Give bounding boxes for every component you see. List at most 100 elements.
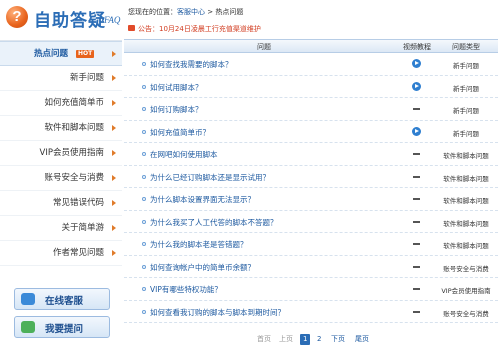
bullet-icon — [142, 62, 146, 66]
sidebar-item-label: 热点问题 — [34, 49, 69, 59]
table-row[interactable]: 如何试用脚本？ 新手问题 — [124, 76, 498, 98]
speaker-icon — [128, 25, 135, 31]
question-bubble-icon — [21, 321, 35, 333]
sidebar-item-about[interactable]: 关于简单游 — [0, 216, 122, 241]
question-link[interactable]: 为什么我买了人工代答的脚本不答题？ — [150, 217, 278, 228]
side-buttons: 在线客服 我要提问 — [14, 288, 110, 344]
notice-text[interactable]: 公告：10月24日凌晨工行充值渠道维护 — [138, 24, 261, 34]
sidebar-item-label: VIP会员使用指南 — [39, 148, 104, 158]
question-type: 软件和脚本问题 — [443, 197, 489, 205]
table-row[interactable]: 为什么我的脚本老是答错题？ 软件和脚本问题 — [124, 233, 498, 256]
no-video-dash-icon — [413, 198, 420, 200]
no-video-dash-icon — [413, 310, 420, 313]
bullet-icon — [142, 152, 146, 156]
pagination: 首页 上页 1 2 下页 尾页 — [124, 334, 498, 346]
sidebar-item-label: 关于简单游 — [61, 223, 104, 233]
header-type: 问题类型 — [452, 43, 480, 51]
sidebar-item-software[interactable]: 软件和脚本问题 — [0, 116, 122, 141]
sidebar-item-recharge[interactable]: 如何充值简单币 — [0, 91, 122, 116]
question-type: 账号安全与消费 — [443, 264, 489, 273]
question-link[interactable]: 如何查找我需要的脚本？ — [150, 59, 233, 70]
breadcrumb-separator: > — [205, 8, 216, 16]
question-type: 新手问题 — [453, 129, 479, 138]
table-row[interactable]: 如何充值简单币？ 新手问题 — [124, 121, 498, 143]
sidebar-item-vip[interactable]: VIP会员使用指南 — [0, 141, 122, 166]
bullet-icon — [142, 219, 146, 224]
header-video: 视频教程 — [403, 43, 431, 51]
arrow-right-icon — [112, 125, 116, 131]
table-row[interactable]: 为什么脚本设置界面无法显示？ 软件和脚本问题 — [124, 188, 498, 211]
arrow-right-icon — [112, 51, 116, 57]
bullet-icon — [142, 174, 146, 179]
sidebar-nav: 热点问题 HOT 新手问题 如何充值简单币 软件和脚本问题 VIP会员使用指南 … — [0, 40, 122, 266]
next-page-link[interactable]: 下页 — [328, 334, 348, 345]
sidebar-item-label: 账号安全与消费 — [44, 173, 104, 183]
table-row[interactable]: 如何查找我需要的脚本？ 新手问题 — [124, 53, 498, 76]
page-1-link[interactable]: 1 — [300, 334, 311, 345]
bullet-icon — [142, 129, 146, 134]
arrow-right-icon — [112, 75, 116, 81]
sidebar: ? 自助答疑 FAQ 热点问题 HOT 新手问题 如何充值简单币 软件和脚本问题… — [0, 0, 122, 348]
table-row[interactable]: 为什么我买了人工代答的脚本不答题？ 软件和脚本问题 — [124, 211, 498, 233]
question-link[interactable]: 如何试用脚本？ — [150, 82, 203, 93]
page-2-link[interactable]: 2 — [314, 334, 324, 345]
play-video-icon[interactable] — [412, 59, 421, 68]
brand-logo[interactable]: ? 自助答疑 FAQ — [6, 4, 120, 34]
arrow-right-icon — [112, 100, 116, 106]
question-link[interactable]: 为什么已经订购脚本还是显示试用？ — [150, 172, 270, 183]
sidebar-item-label: 新手问题 — [69, 73, 104, 83]
sidebar-item-newbie[interactable]: 新手问题 — [0, 66, 122, 91]
question-link[interactable]: 为什么我的脚本老是答错题？ — [150, 239, 248, 250]
first-page-link[interactable]: 首页 — [254, 334, 274, 345]
question-link[interactable]: 如何查询帐户中的简单币余额？ — [150, 262, 255, 273]
sidebar-item-author[interactable]: 作者常见问题 — [0, 241, 122, 266]
bullet-icon — [142, 287, 146, 291]
table-row[interactable]: 如何订购脚本？ 新手问题 — [124, 98, 498, 121]
question-type: VIP会员使用指南 — [441, 287, 491, 295]
question-link[interactable]: 如何充值简单币？ — [150, 127, 210, 138]
sidebar-item-errors[interactable]: 常见错误代码 — [0, 191, 122, 216]
table-header: 问题 视频教程 问题类型 — [124, 40, 498, 53]
table-row[interactable]: 如何查看我订购的脚本与脚本到期时间？ 账号安全与消费 — [124, 301, 498, 323]
sidebar-item-label: 作者常见问题 — [52, 248, 104, 258]
no-video-dash-icon — [413, 175, 420, 178]
prev-page-link[interactable]: 上页 — [276, 334, 296, 345]
brand-title: 自助答疑 — [34, 11, 106, 30]
question-link[interactable]: 如何订购脚本？ — [150, 104, 203, 115]
table-row[interactable]: VIP有哪些特权功能？ VIP会员使用指南 — [124, 278, 498, 301]
table-body: 如何查找我需要的脚本？ 新手问题 如何试用脚本？ 新手问题 如何订购脚本？ 新手问题 如何充… — [124, 53, 498, 323]
table-row[interactable]: 在网吧如何使用脚本 软件和脚本问题 — [124, 143, 498, 166]
question-link[interactable]: 为什么脚本设置界面无法显示？ — [150, 194, 255, 205]
bullet-icon — [142, 242, 146, 246]
last-page-link[interactable]: 尾页 — [352, 334, 372, 345]
question-type: 新手问题 — [453, 62, 479, 70]
play-video-icon[interactable] — [412, 81, 421, 91]
question-type: 软件和脚本问题 — [443, 242, 489, 250]
chat-icon — [21, 293, 35, 305]
question-link[interactable]: 在网吧如何使用脚本 — [150, 149, 218, 160]
bullet-icon — [142, 84, 146, 89]
question-mark-icon: ? — [6, 6, 28, 28]
play-video-icon[interactable] — [412, 126, 421, 136]
no-video-dash-icon — [413, 153, 420, 155]
breadcrumb: 您现在的位置：客服中心 > 热点问题 — [128, 7, 243, 17]
sidebar-item-hot[interactable]: 热点问题 HOT — [0, 41, 122, 66]
question-link[interactable]: 如何查看我订购的脚本与脚本到期时间？ — [150, 307, 285, 318]
question-link[interactable]: VIP有哪些特权功能？ — [150, 284, 222, 295]
table-row[interactable]: 如何查询帐户中的简单币余额？ 账号安全与消费 — [124, 256, 498, 278]
ask-question-label: 我要提问 — [45, 324, 84, 335]
ask-question-button[interactable]: 我要提问 — [14, 316, 110, 338]
breadcrumb-current: 热点问题 — [215, 8, 244, 16]
brand-subtitle: FAQ — [104, 15, 121, 25]
faq-table: 问题 视频教程 问题类型 如何查找我需要的脚本？ 新手问题 如何试用脚本？ 新手问题如… — [124, 39, 498, 323]
online-service-button[interactable]: 在线客服 — [14, 288, 110, 310]
main-content: 您现在的位置：客服中心 > 热点问题 公告：10月24日凌晨工行充值渠道维护 问… — [124, 0, 498, 348]
table-row[interactable]: 为什么已经订购脚本还是显示试用？ 软件和脚本问题 — [124, 166, 498, 188]
no-video-dash-icon — [413, 243, 420, 245]
question-type: 软件和脚本问题 — [443, 152, 489, 160]
breadcrumb-home-link[interactable]: 客服中心 — [177, 8, 205, 16]
breadcrumb-prefix: 您现在的位置： — [128, 8, 177, 16]
no-video-dash-icon — [413, 288, 420, 290]
sidebar-item-account[interactable]: 账号安全与消费 — [0, 166, 122, 191]
sidebar-item-label: 软件和脚本问题 — [44, 123, 104, 133]
